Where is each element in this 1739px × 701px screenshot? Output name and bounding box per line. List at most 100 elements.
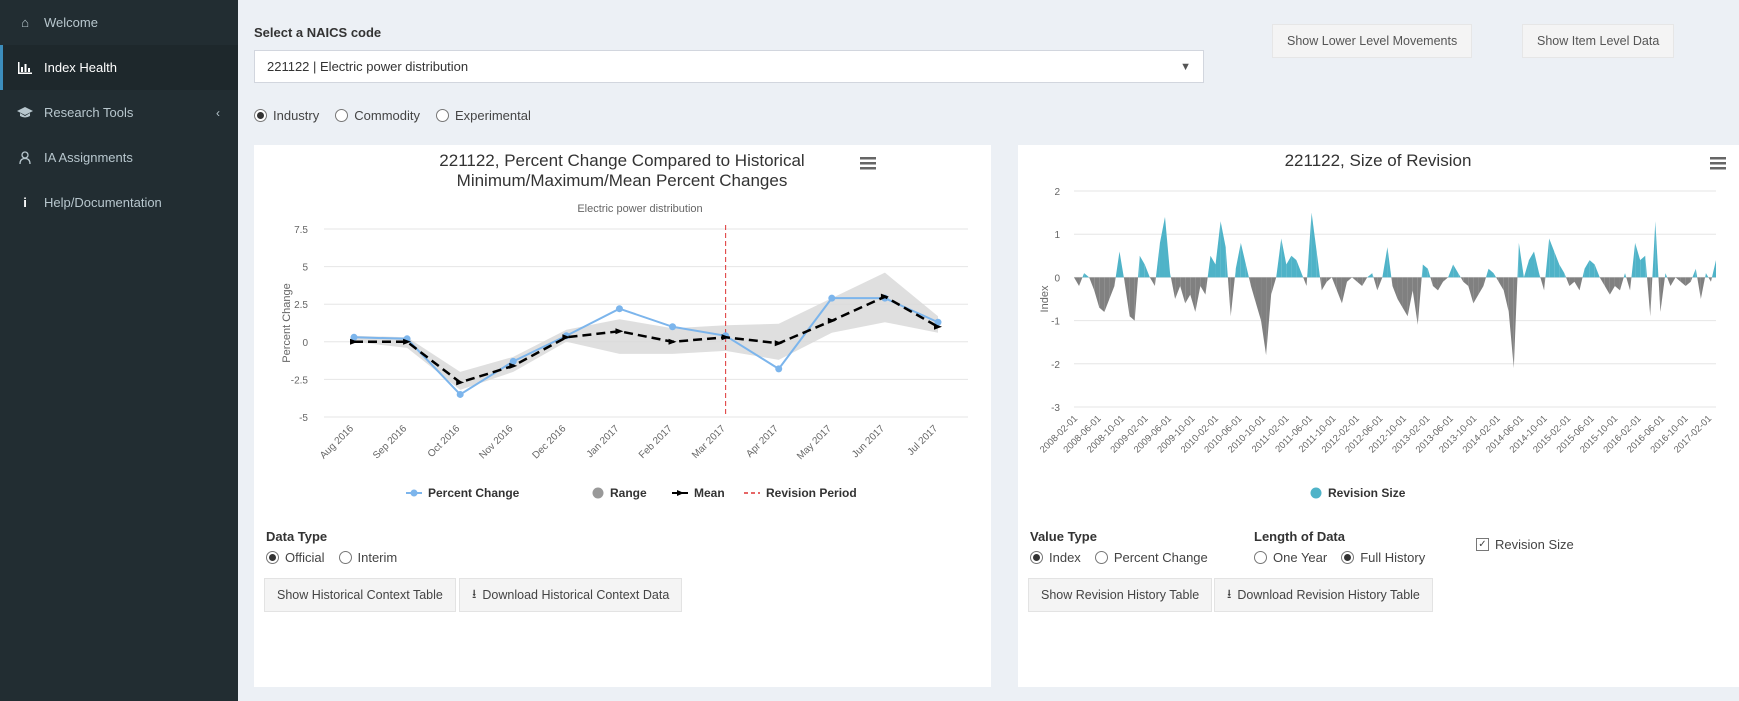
revision-area-segment: [1453, 264, 1459, 278]
revision-area-segment: [1614, 277, 1620, 291]
sidebar-item-ia-assignments[interactable]: IA Assignments: [0, 135, 238, 180]
y-tick-label: 7.5: [294, 225, 308, 236]
x-tick-label: Dec 2016: [530, 423, 568, 461]
revision-area-segment: [1517, 242, 1519, 278]
sidebar-item-help[interactable]: i Help/Documentation: [0, 180, 238, 225]
revision-area-segment: [1281, 238, 1287, 278]
revision-area-segment: [1574, 277, 1580, 291]
show-historical-table-button[interactable]: Show Historical Context Table: [264, 578, 456, 612]
revision-area-segment: [1134, 277, 1139, 321]
revision-area-segment: [1084, 273, 1090, 278]
radio-dot: [1030, 551, 1043, 564]
menu-icon-bar: [860, 157, 876, 160]
revision-area-segment: [1402, 277, 1408, 317]
revision-area-segment: [1392, 277, 1398, 299]
checkbox-label: Revision Size: [1495, 537, 1574, 552]
radio-interim[interactable]: Interim: [338, 550, 397, 565]
x-tick-label: Jul 2017: [906, 423, 941, 458]
revision-area-segment: [1417, 277, 1422, 325]
revision-area-segment: [1387, 247, 1392, 278]
radio-dot: [338, 551, 352, 564]
revision-area-segment: [1564, 273, 1567, 278]
sidebar-item-welcome[interactable]: ⌂ Welcome: [0, 0, 238, 45]
radio-dot: [1341, 551, 1355, 564]
download-icon: ⭳: [1227, 586, 1232, 601]
percent-change-point: [828, 294, 836, 302]
revision-area-segment: [1626, 277, 1631, 291]
revision-area-segment: [1544, 277, 1546, 291]
revision-area-segment: [1372, 273, 1374, 278]
revision-area-segment: [1373, 277, 1378, 291]
radio-dot: [1094, 551, 1108, 564]
revision-area-segment: [1175, 277, 1181, 299]
revision-area-segment: [1261, 277, 1267, 356]
revision-area-segment: [1139, 255, 1145, 278]
radio-one-year[interactable]: One Year: [1254, 550, 1327, 565]
revision-area-segment: [1190, 277, 1196, 312]
radio-percent-change[interactable]: Percent Change: [1094, 550, 1208, 565]
percent-change-point: [615, 305, 623, 313]
legend-label: Range: [610, 486, 647, 500]
radio-industry[interactable]: Industry: [254, 108, 319, 123]
revision-area-segment: [1432, 277, 1438, 291]
main-content: Select a NAICS code 221122 | Electric po…: [238, 0, 1739, 701]
show-item-level-button[interactable]: Show Item Level Data: [1522, 24, 1675, 58]
radio-commodity[interactable]: Commodity: [335, 108, 420, 123]
revision-area-segment: [1307, 212, 1312, 278]
download-historical-button[interactable]: ⭳ Download Historical Context Data: [459, 578, 683, 612]
legend-label: Percent Change: [428, 486, 520, 500]
radio-experimental[interactable]: Experimental: [436, 108, 531, 123]
revision-area-segment: [1473, 277, 1479, 304]
radio-label: Experimental: [455, 108, 531, 123]
radio-dot: [1254, 551, 1267, 564]
radio-official[interactable]: Official: [266, 550, 325, 565]
revision-area-segment: [1382, 247, 1388, 278]
sidebar-item-label: Welcome: [44, 15, 98, 30]
revision-area-segment: [1320, 277, 1322, 291]
revision-area-segment: [1549, 238, 1555, 278]
revision-area-segment: [1660, 277, 1665, 312]
revision-area-segment: [1123, 277, 1125, 282]
menu-icon-bar: [1710, 157, 1726, 160]
y-tick-label: 2: [1054, 187, 1060, 198]
revision-area-segment: [1104, 277, 1110, 312]
revision-area-segment: [1508, 277, 1514, 369]
revision-area-segment: [1705, 273, 1709, 278]
x-tick-label: Sep 2016: [371, 423, 409, 461]
show-revision-table-button[interactable]: Show Revision History Table: [1028, 578, 1213, 612]
chart-title-line: 221122, Percent Change Compared to Histo…: [439, 151, 804, 170]
show-lower-level-button[interactable]: Show Lower Level Movements: [1272, 24, 1473, 58]
revision-area-segment: [1599, 277, 1605, 287]
sidebar: ⌂ Welcome Index Health Research Tools ‹ …: [0, 0, 238, 701]
download-revision-button[interactable]: ⭳ Download Revision History Table: [1214, 578, 1433, 612]
revision-area-segment: [1240, 242, 1246, 278]
revision-area-segment: [1483, 277, 1486, 287]
radio-full-history[interactable]: Full History: [1341, 550, 1425, 565]
revision-area-segment: [1680, 277, 1686, 287]
download-icon: ⭳: [472, 586, 477, 601]
chart-title: 221122, Size of Revision: [1285, 151, 1472, 170]
button-label: Show Historical Context Table: [277, 588, 443, 602]
revision-area-segment: [1180, 277, 1186, 304]
length-radio-group: One Year Full History: [1254, 550, 1425, 565]
radio-label: Commodity: [354, 108, 420, 123]
revision-area-segment: [1220, 221, 1226, 278]
legend-marker-mean-arrow: [677, 490, 684, 496]
legend-marker-range: [592, 487, 604, 499]
revision-area-segment: [1099, 277, 1105, 312]
menu-icon[interactable]: [860, 157, 876, 170]
revision-area-segment: [1645, 255, 1648, 278]
menu-icon[interactable]: [1710, 157, 1726, 170]
naics-select[interactable]: 221122 | Electric power distribution ▼: [254, 50, 1204, 83]
revision-area-segment: [1407, 277, 1413, 317]
revision-size-checkbox[interactable]: ✓ Revision Size: [1476, 537, 1574, 552]
revision-area-segment: [1255, 277, 1262, 321]
button-label: Download Revision History Table: [1237, 588, 1420, 602]
home-icon: ⌂: [21, 15, 29, 30]
sidebar-item-research-tools[interactable]: Research Tools ‹: [0, 90, 238, 135]
radio-index[interactable]: Index: [1030, 550, 1081, 565]
percent-change-point: [456, 390, 464, 398]
sidebar-item-index-health[interactable]: Index Health: [0, 45, 238, 90]
revision-area-segment: [1664, 273, 1666, 278]
radio-dot: [335, 109, 349, 122]
